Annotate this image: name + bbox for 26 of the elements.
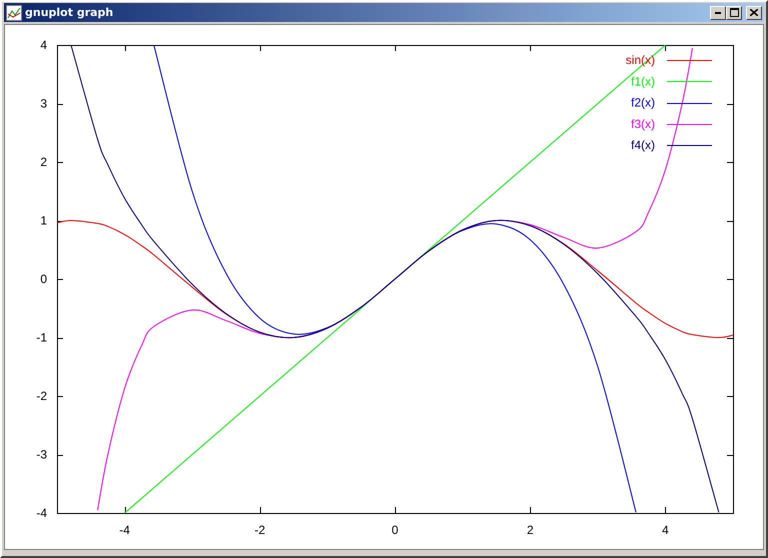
x-axis-tick-label: 0 [392,523,398,537]
legend-label: f1(x) [631,74,655,88]
x-axis-tick-label: -2 [254,523,266,537]
y-axis-tick-label: -3 [36,448,47,462]
y-axis-tick-label: 1 [40,214,47,228]
y-axis-tick-label: 2 [40,155,47,169]
maximize-button[interactable] [726,6,742,20]
y-axis-tick-label: 4 [40,38,47,52]
close-button[interactable] [746,6,762,20]
minimize-icon [715,12,721,14]
y-axis-tick-label: -1 [36,330,47,344]
y-axis-tick-label: 3 [40,96,47,110]
graph-app-icon [6,4,22,20]
y-axis-tick-label: -2 [36,389,47,403]
legend-label: f4(x) [631,138,655,152]
close-icon [750,9,758,16]
window-title: gnuplot graph [25,6,114,19]
x-axis-tick-label: 2 [526,523,534,537]
legend-label: f3(x) [631,116,655,131]
maximize-icon [730,8,738,17]
minimize-button[interactable] [710,6,726,20]
legend-label: f2(x) [631,96,655,110]
x-axis-tick-label: 4 [662,523,669,537]
x-axis-tick-label: -4 [119,523,130,537]
y-axis-tick-label: 0 [40,272,47,286]
y-axis-tick-label: -4 [36,506,47,520]
